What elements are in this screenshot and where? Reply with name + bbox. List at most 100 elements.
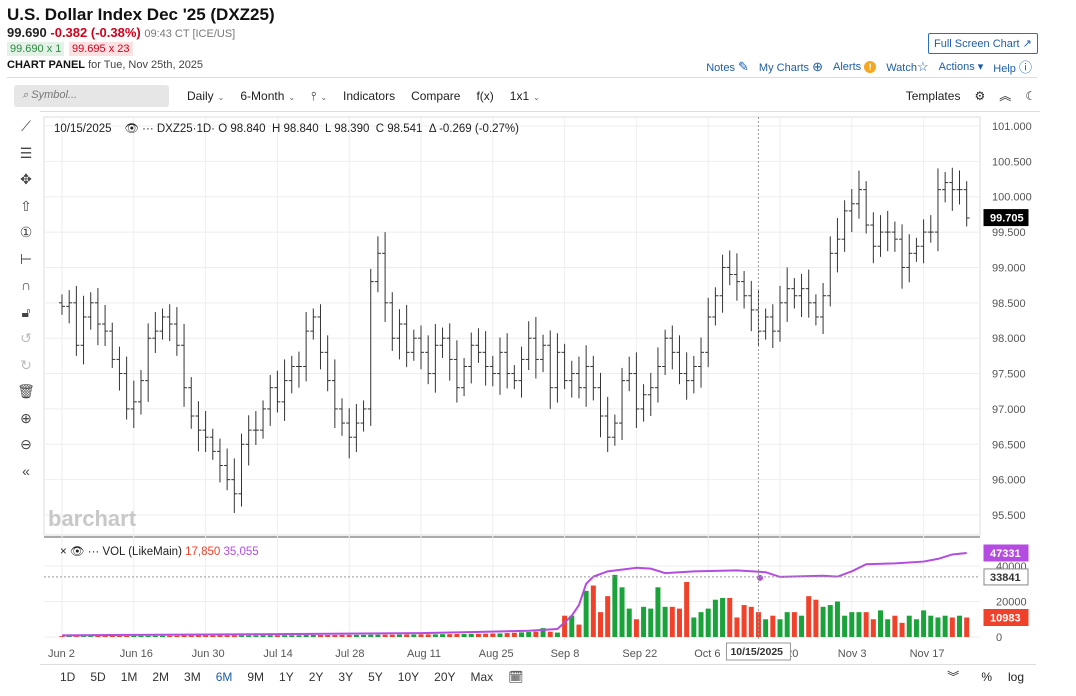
range-6m[interactable]: 6M	[216, 670, 233, 684]
volume-bar	[210, 635, 216, 637]
range-10y[interactable]: 10Y	[398, 670, 419, 684]
volume-bar	[217, 635, 223, 637]
eye-icon[interactable]: 👁︎	[124, 123, 139, 135]
eye-icon[interactable]: 👁︎	[70, 546, 85, 558]
volume-bar	[626, 608, 632, 637]
range-5y[interactable]: 5Y	[368, 670, 383, 684]
price-bar	[173, 307, 180, 356]
more-icon[interactable]: ···	[142, 123, 154, 135]
price-bar	[891, 221, 898, 252]
price-bar	[748, 280, 755, 332]
price-bar	[568, 360, 575, 398]
volume-bar	[411, 634, 417, 637]
date-tick-label: Jun 30	[192, 648, 225, 660]
date-tick-label: Sep 22	[622, 648, 657, 660]
price-bar	[410, 329, 417, 361]
price-bar	[66, 290, 73, 324]
price-bar	[475, 328, 482, 363]
price-bar	[733, 253, 740, 301]
volume-bar	[698, 612, 704, 637]
volume-bar	[562, 615, 568, 637]
date-tick-label: Oct 6	[694, 648, 720, 660]
price-bar	[181, 324, 188, 407]
volume-bar	[368, 634, 374, 637]
expand-down-icon[interactable]: ︾	[947, 668, 959, 685]
volume-bar	[274, 635, 280, 637]
more-icon[interactable]: ···	[88, 546, 100, 558]
volume-bar	[641, 606, 647, 637]
volume-bar	[224, 635, 230, 637]
volume-bar	[361, 634, 367, 637]
volume-bar	[576, 624, 582, 637]
price-bar	[683, 352, 690, 400]
barchart-watermark: barchart	[48, 506, 137, 531]
range-2y[interactable]: 2Y	[309, 670, 324, 684]
volume-bar	[447, 634, 453, 637]
price-chart[interactable]: barchart 101.000 100.500 100.000 99.500 99.0…	[0, 0, 1076, 696]
last-price-label: 99.705	[983, 209, 1029, 227]
range-20y[interactable]: 20Y	[434, 670, 455, 684]
price-bar	[877, 215, 884, 257]
price-bar	[690, 355, 697, 394]
volume-legend: × 👁︎ ··· VOL (LikeMain) 17,850 35,055	[60, 544, 259, 558]
price-tick-label: 95.500	[992, 510, 1026, 522]
close-icon[interactable]: ×	[60, 546, 67, 558]
price-bar	[461, 357, 468, 397]
volume-bar	[231, 635, 237, 637]
volume-bar	[590, 585, 596, 637]
crosshair-date-label: 10/15/2025	[725, 642, 791, 661]
price-tick-label: 97.500	[992, 369, 1026, 381]
price-bar	[374, 236, 381, 293]
price-bar	[346, 408, 353, 459]
price-bar	[288, 355, 295, 394]
range-max[interactable]: Max	[471, 670, 494, 684]
ohlc-legend: 10/15/2025 👁︎ ··· DXZ25·1D· O 98.840 H 9…	[54, 121, 519, 135]
legend-interval: ·1D·	[192, 123, 216, 135]
calendar-icon[interactable]: 🗓︎	[508, 670, 523, 684]
volume-bar	[734, 617, 740, 637]
volume-bar	[720, 597, 726, 637]
log-toggle[interactable]: log	[1008, 670, 1024, 684]
price-bar	[511, 365, 518, 390]
price-bar	[884, 210, 891, 252]
volume-bar	[317, 635, 323, 637]
price-bar	[518, 346, 525, 398]
volume-bar	[152, 635, 158, 637]
volume-bar	[878, 610, 884, 637]
volume-bar	[669, 606, 675, 637]
volume-bar	[483, 633, 489, 637]
legend-change: Δ -0.269 (-0.27%)	[428, 123, 519, 135]
price-bar	[496, 337, 503, 395]
volume-bar	[454, 633, 460, 637]
price-bar	[583, 345, 590, 407]
price-bar	[260, 400, 267, 439]
volume-bar	[346, 634, 352, 637]
range-2m[interactable]: 2M	[152, 670, 169, 684]
range-9m[interactable]: 9M	[247, 670, 264, 684]
price-bar	[949, 167, 956, 211]
price-tick-label: 98.000	[992, 333, 1026, 345]
price-bar	[698, 337, 705, 388]
range-3m[interactable]: 3M	[184, 670, 201, 684]
percent-toggle[interactable]: %	[981, 670, 992, 684]
volume-bar	[382, 634, 388, 637]
volume-label: VOL (LikeMain)	[102, 546, 182, 558]
price-bar	[432, 324, 439, 393]
range-3y[interactable]: 3Y	[338, 670, 353, 684]
price-bar	[403, 304, 410, 368]
volume-bar	[583, 590, 589, 637]
range-1d[interactable]: 1D	[60, 670, 75, 684]
price-tick-label: 98.500	[992, 298, 1026, 310]
volume-bar	[928, 615, 934, 637]
volume-bar	[526, 632, 532, 637]
price-bar	[252, 411, 259, 445]
volume-bar	[569, 615, 575, 637]
range-1m[interactable]: 1M	[121, 670, 138, 684]
price-bar	[805, 269, 812, 318]
range-1y[interactable]: 1Y	[279, 670, 294, 684]
legend-low: L 98.390	[325, 123, 370, 135]
volume-bar	[404, 634, 410, 637]
range-5d[interactable]: 5D	[90, 670, 105, 684]
volume-bar	[813, 599, 819, 637]
price-bar	[611, 414, 618, 446]
